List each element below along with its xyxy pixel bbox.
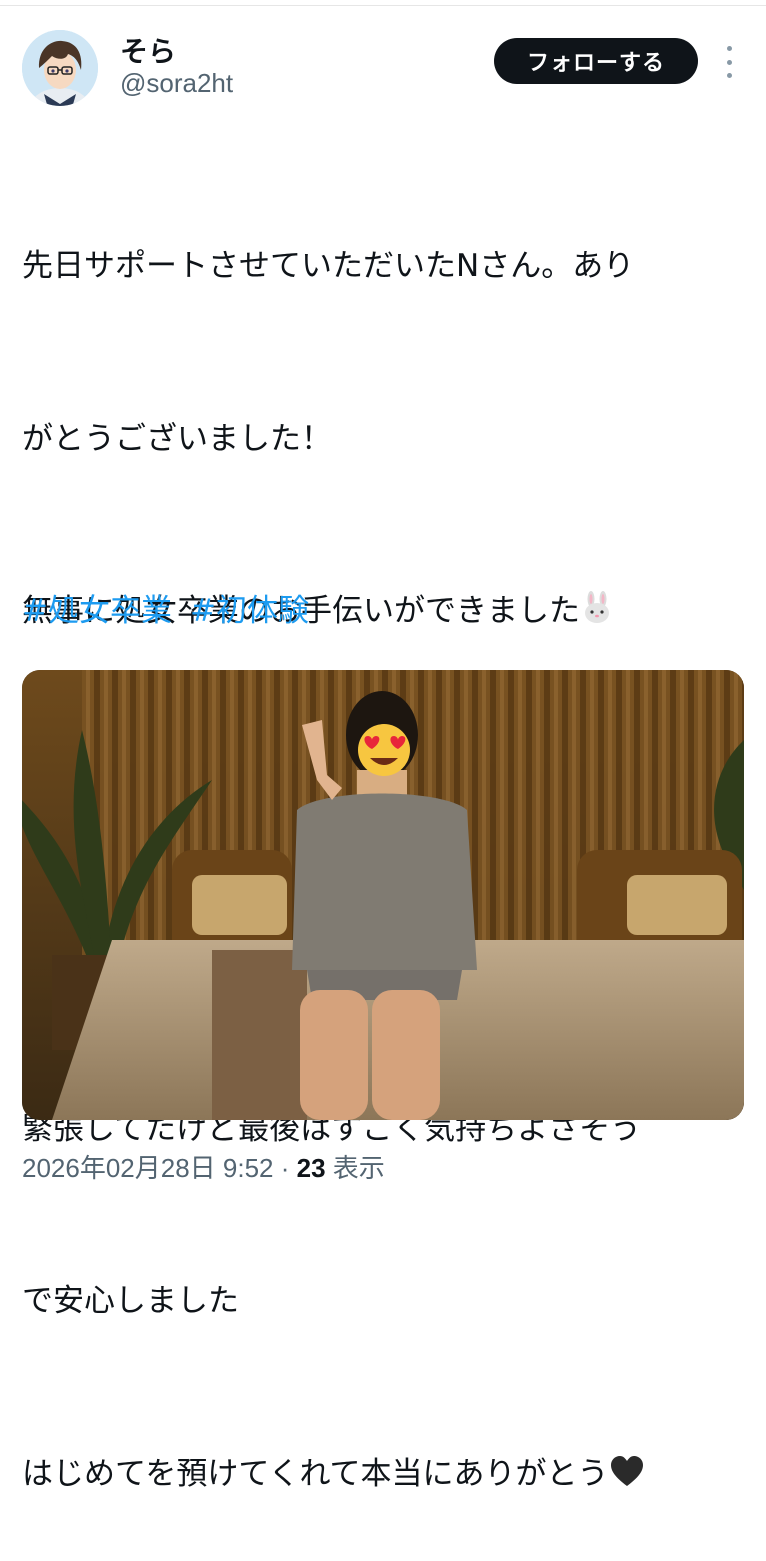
tweet-photo[interactable] [22,670,744,1120]
hashtag-link[interactable]: #初体験 [190,593,309,629]
hashtag-list: #処女卒業 #初体験 [22,583,309,641]
view-count: 23 [296,1153,326,1183]
tweet-line: がとうございました！ [22,420,332,457]
avatar[interactable] [22,30,98,106]
hashtag-link[interactable]: #処女卒業 [22,593,172,629]
rabbit-face-emoji [580,587,614,645]
follow-button[interactable]: フォローする [494,38,698,84]
black-heart-emoji [609,1450,645,1508]
tweet-line: 先日サポートさせていただいたNさん。あり [22,248,635,284]
display-name[interactable]: そら [120,30,176,70]
more-vertical-icon[interactable] [722,46,736,78]
tweet-meta: 2026年02月28日 9:52 · 23 表示 [22,1148,385,1185]
heart-eyes-emoji [358,724,410,776]
tweet-line: で安心しました [22,1283,239,1319]
top-divider [0,0,766,6]
user-handle[interactable]: @sora2ht [120,68,233,99]
meta-separator: · [273,1153,297,1183]
timestamp[interactable]: 2026年02月28日 9:52 [22,1153,274,1183]
tweet-line: はじめてを預けてくれて本当にありがとう [22,1446,746,1504]
view-label: 表示 [325,1153,385,1183]
